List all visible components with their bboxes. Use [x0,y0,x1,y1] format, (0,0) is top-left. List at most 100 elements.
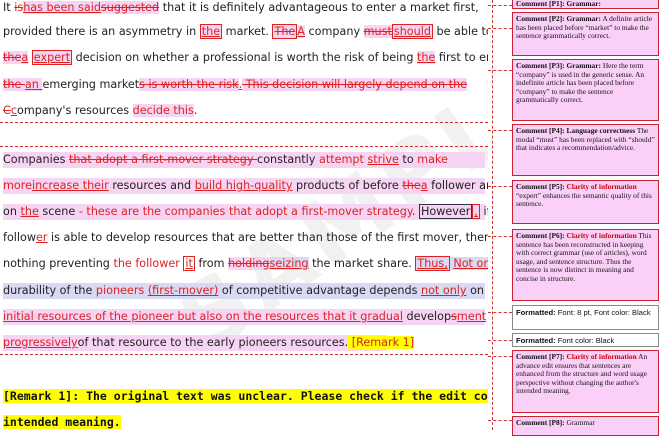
deletion: must [363,25,392,38]
para1-line1: It ishas been saidsuggested that it is d… [3,0,479,16]
insertion: the [199,24,223,39]
formatted-heading: Formatted: [516,308,556,317]
insertion: expert [31,50,73,65]
insertion: Thus, [415,256,450,271]
text: constantly [257,153,319,166]
insertion: progressively [3,336,78,349]
comment-p4[interactable]: Comment [P4]: Language correctness The m… [512,124,659,176]
insertion: initial resources of the pioneer but als… [3,310,403,323]
formatted-body: Font: 8 pt, Font color: Black [555,308,651,317]
deletion: suggested [100,1,160,14]
insertion: However [418,204,473,219]
insertion: increase their [31,179,109,192]
insertion: A [297,25,305,38]
deletion: the [402,179,421,192]
deletion: This decision will largely depend on the [242,78,468,91]
deletion: The [272,24,298,39]
text: decision on whether a professional is wo… [72,51,417,64]
insertion: an [24,78,43,91]
comment-connector [488,236,512,237]
text: to [398,153,418,166]
deletion: more [3,179,32,192]
insertion: decide this [132,104,194,117]
comment-body: “expert” enhances the semantic quality o… [516,190,652,209]
remark-text: intended meaning. [3,415,121,429]
track-divider [0,354,488,355]
text: is able to develop resources that are be… [47,231,508,244]
text: . [411,205,419,218]
insertion: the [20,205,39,218]
insertion: build high-quality [194,179,293,192]
insertion: a [420,179,428,192]
text: ompany's resources [16,104,133,117]
comment-p8[interactable]: Comment [P8]: Grammar [512,416,659,436]
text: that it is definitely advantageous to en… [159,1,479,14]
para2-line6: durability of the pioneers (first-mover)… [3,283,506,299]
text: of competitive advantage depends [218,284,421,297]
text: on [3,205,21,218]
text: . [193,104,198,117]
comment-connector [488,312,512,313]
text: follow [3,231,36,244]
comment-p2[interactable]: Comment [P2]: Grammar: A definite articl… [512,12,659,56]
comment-p7[interactable]: Comment [P7]: Clarity of information An … [512,350,659,413]
para2-line7: initial resources of the pioneer but als… [3,309,486,325]
insertion: , [472,204,480,219]
deletion: pioneers [95,284,145,297]
text: company [304,25,364,38]
para2-line2: moreincrease their resources and build h… [3,178,517,194]
deletion: make [417,153,448,166]
insertion: seizing [269,257,309,270]
para1-line4: the an emerging markets is worth the ris… [3,77,468,93]
deletion: s is worth the risk [139,78,239,91]
deletion: the follower [113,257,184,270]
comment-p1[interactable]: Comment [P1]: Grammar: [512,0,659,9]
deletion: holding [228,257,270,270]
text: Companies [3,153,69,166]
comment-connector [488,70,512,71]
formatted-note-2[interactable]: Formatted: Font color: Black [512,333,659,347]
para2-line8: progressivelyof that resource to the ear… [3,335,415,351]
para2-line3: on the scene - these are the companies t… [3,204,512,220]
insertion: not only [420,284,467,297]
document-page: SAMPLE It ishas been saidsuggested that … [0,0,585,430]
comment-margin: Comment [P1]: Grammar: Comment [P2]: Gra… [488,0,671,436]
comment-heading: Comment [P1]: Grammar: [516,0,601,8]
text: provided there is an asymmetry in [3,25,200,38]
text: nothing preventing [3,257,114,270]
comment-connector [488,340,512,341]
para1-line2: provided there is an asymmetry in the ma… [3,24,527,40]
deletion: the [3,78,25,91]
comment-connector [488,420,512,421]
para1-line3: thea expert decision on whether a profes… [3,50,509,66]
text: develop [402,310,452,323]
remark-marker[interactable]: [Remark 1] [348,336,415,349]
deletion: is [14,1,24,14]
remark-text: [Remark 1]: The original text was unclea… [3,389,550,403]
comment-heading: Comment [P8]: [516,418,565,427]
text: resources and [108,179,195,192]
insertion: the [416,51,436,64]
deletion: the [3,51,22,64]
comment-p5[interactable]: Comment [P5]: Clarity of information “ex… [512,180,659,224]
formatted-note-1[interactable]: Formatted: Font: 8 pt, Font color: Black [512,305,659,330]
comment-connector [488,130,512,131]
insertion: er [36,231,48,244]
insertion: should [391,24,433,39]
comment-connector [488,356,512,357]
deletion: C [3,104,11,117]
track-divider [0,122,488,123]
text: the market share. [308,257,416,270]
text: durability of the [3,284,96,297]
insertion: strive [367,153,399,166]
text: It [3,1,15,14]
para2-line5: nothing preventing the follower it from … [3,256,523,272]
comment-body: This sentence has been reconstructed in … [516,231,652,283]
comment-p3[interactable]: Comment [P3]: Grammar: Here the term “co… [512,59,659,121]
remark-line2: intended meaning. [3,414,121,430]
text: of that resource to the early pioneers r… [77,336,345,349]
para1-line5: Ccompany's resources decide this. [3,103,197,119]
insertion: (first-mover) [147,284,219,297]
text: products of before [292,179,403,192]
comment-p6[interactable]: Comment [P6]: Clarity of information Thi… [512,229,659,301]
